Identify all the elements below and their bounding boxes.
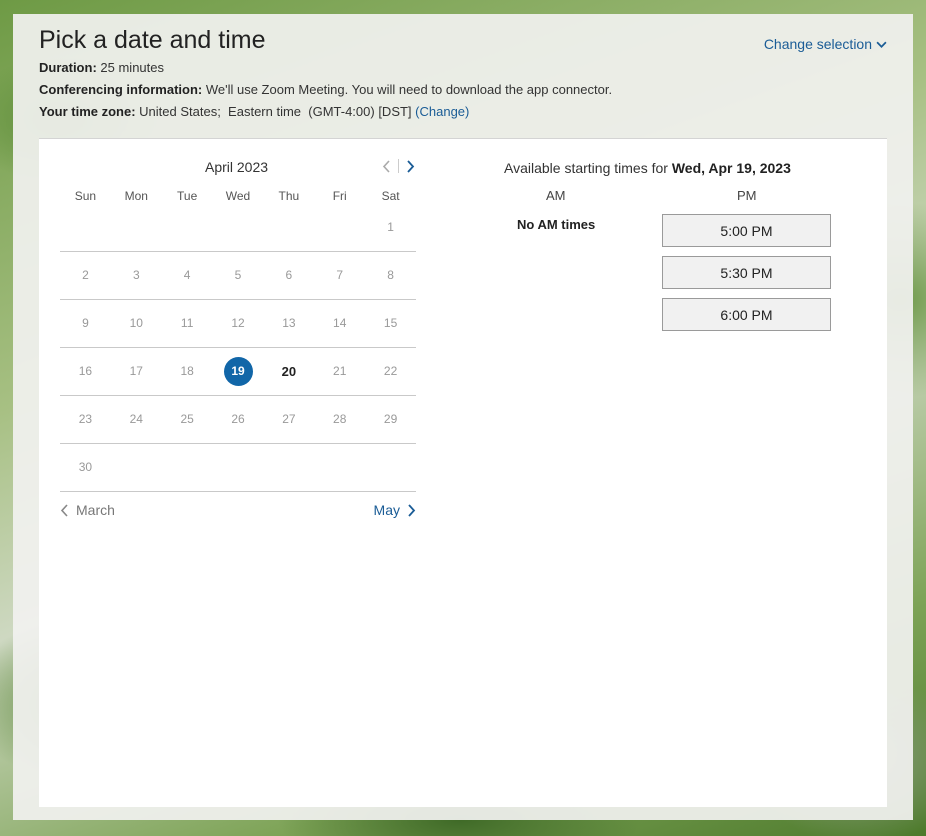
calendar-week: 30 [60, 443, 416, 492]
conferencing-label: Conferencing information: [39, 82, 203, 97]
calendar-day: 26 [231, 412, 245, 426]
calendar-day [314, 203, 365, 251]
calendar-day: 9 [82, 316, 89, 330]
duration-value: 25 minutes [100, 60, 164, 75]
calendar-day-selected[interactable]: 19 [213, 347, 264, 395]
month-label: April 2023 [205, 159, 269, 175]
calendar-day: 30 [78, 460, 93, 474]
chevron-left-icon[interactable] [381, 159, 392, 173]
calendar-day: 3 [132, 268, 140, 282]
time-slot-button[interactable]: 5:30 PM [662, 256, 831, 289]
timezone-change-link[interactable]: (Change) [415, 104, 469, 119]
calendar-day: 18 [180, 364, 194, 378]
weekday-label: Sun [74, 189, 97, 203]
next-month-label: May [373, 502, 400, 518]
conferencing-value: We'll use Zoom Meeting. You will need to… [205, 82, 613, 97]
am-column-header: AM [546, 188, 566, 203]
change-selection-label: Change selection [763, 36, 872, 52]
next-month-link[interactable]: May [374, 502, 416, 518]
time-slot-button[interactable]: 5:00 PM [662, 214, 831, 247]
calendar-day [162, 203, 213, 251]
calendar-week: 1 [60, 203, 416, 252]
calendar-day: 1 [387, 220, 394, 234]
chevron-right-icon[interactable] [405, 159, 416, 173]
calendar-day: 17 [129, 364, 143, 378]
weekday-label: Tue [177, 189, 198, 203]
weekday-label: Fri [332, 189, 347, 203]
calendar-day: 29 [383, 412, 398, 426]
calendar-day: 23 [78, 412, 93, 426]
change-selection-button[interactable]: Change selection [764, 36, 887, 52]
nav-divider [398, 159, 399, 173]
calendar-day [60, 203, 111, 251]
weekday-header: Sun Mon Tue Wed Thu Fri Sat [60, 189, 416, 203]
times-title: Available starting times for Wed, Apr 19… [504, 160, 791, 176]
page-title: Pick a date and time [39, 26, 266, 54]
calendar-day: 11 [180, 316, 194, 330]
calendar-week: 2 3 4 5 6 7 8 [60, 251, 416, 300]
calendar-day [314, 443, 365, 491]
calendar-day [365, 443, 416, 491]
calendar-day: 12 [231, 316, 245, 330]
calendar-day [162, 443, 213, 491]
chevron-right-icon [408, 503, 416, 517]
calendar-day: 6 [285, 268, 293, 282]
calendar-day: 13 [282, 316, 296, 330]
calendar-day: 10 [129, 316, 143, 330]
weekday-label: Thu [278, 189, 300, 203]
calendar-day: 2 [82, 268, 89, 282]
no-am-times: No AM times [517, 217, 596, 232]
conferencing-line: Conferencing information: We'll use Zoom… [39, 82, 612, 97]
calendar-day: 4 [183, 268, 191, 282]
scheduler-panel: Pick a date and time Change selection Du… [13, 14, 913, 820]
prev-month-label: March [76, 502, 115, 518]
calendar-day [263, 203, 314, 251]
times-title-date: Wed, Apr 19, 2023 [671, 160, 791, 176]
times-title-prefix: Available starting times for [504, 160, 668, 176]
booking-card: April 2023 Sun Mon Tue Wed Thu Fri Sat 1… [39, 138, 887, 807]
chevron-down-icon [876, 41, 887, 48]
chevron-left-icon [60, 503, 68, 517]
calendar-day: 5 [234, 268, 242, 282]
time-slot-button[interactable]: 6:00 PM [662, 298, 831, 331]
timezone-line: Your time zone: United States; Eastern t… [39, 104, 469, 119]
calendar-header: April 2023 [60, 159, 416, 179]
calendar-day [213, 443, 264, 491]
calendar-day: 8 [387, 268, 394, 282]
calendar-day: 7 [336, 268, 344, 282]
calendar-day: 24 [129, 412, 143, 426]
calendar-day [213, 203, 264, 251]
calendar-day [111, 203, 162, 251]
calendar-day: 22 [383, 364, 398, 378]
prev-month-link[interactable]: March [60, 502, 115, 518]
month-nav [381, 159, 416, 173]
calendar-week: 23 24 25 26 27 28 29 [60, 395, 416, 444]
calendar-day: 21 [333, 364, 347, 378]
duration-label: Duration: [39, 60, 97, 75]
timezone-value: United States; Eastern time (GMT-4:00) [… [139, 104, 412, 119]
calendar-day: 28 [333, 412, 347, 426]
calendar-day: 16 [78, 364, 93, 378]
weekday-label: Sat [381, 189, 400, 203]
calendar-day: 15 [383, 316, 398, 330]
pm-column-header: PM [737, 188, 757, 203]
calendar-day-available[interactable]: 20 [263, 347, 314, 395]
calendar-day [263, 443, 314, 491]
timezone-label: Your time zone: [39, 104, 136, 119]
calendar-week: 9 10 11 12 13 14 15 [60, 299, 416, 348]
weekday-label: Mon [124, 189, 148, 203]
selected-day-marker: 19 [223, 356, 253, 386]
weekday-label: Wed [225, 189, 251, 203]
calendar-day: 27 [282, 412, 296, 426]
duration-line: Duration: 25 minutes [39, 60, 164, 75]
calendar-day: 25 [180, 412, 194, 426]
calendar-footer: March May [60, 502, 416, 522]
calendar-day [111, 443, 162, 491]
calendar-week: 16 17 18 19 20 21 22 [60, 347, 416, 396]
calendar-day: 14 [333, 316, 347, 330]
